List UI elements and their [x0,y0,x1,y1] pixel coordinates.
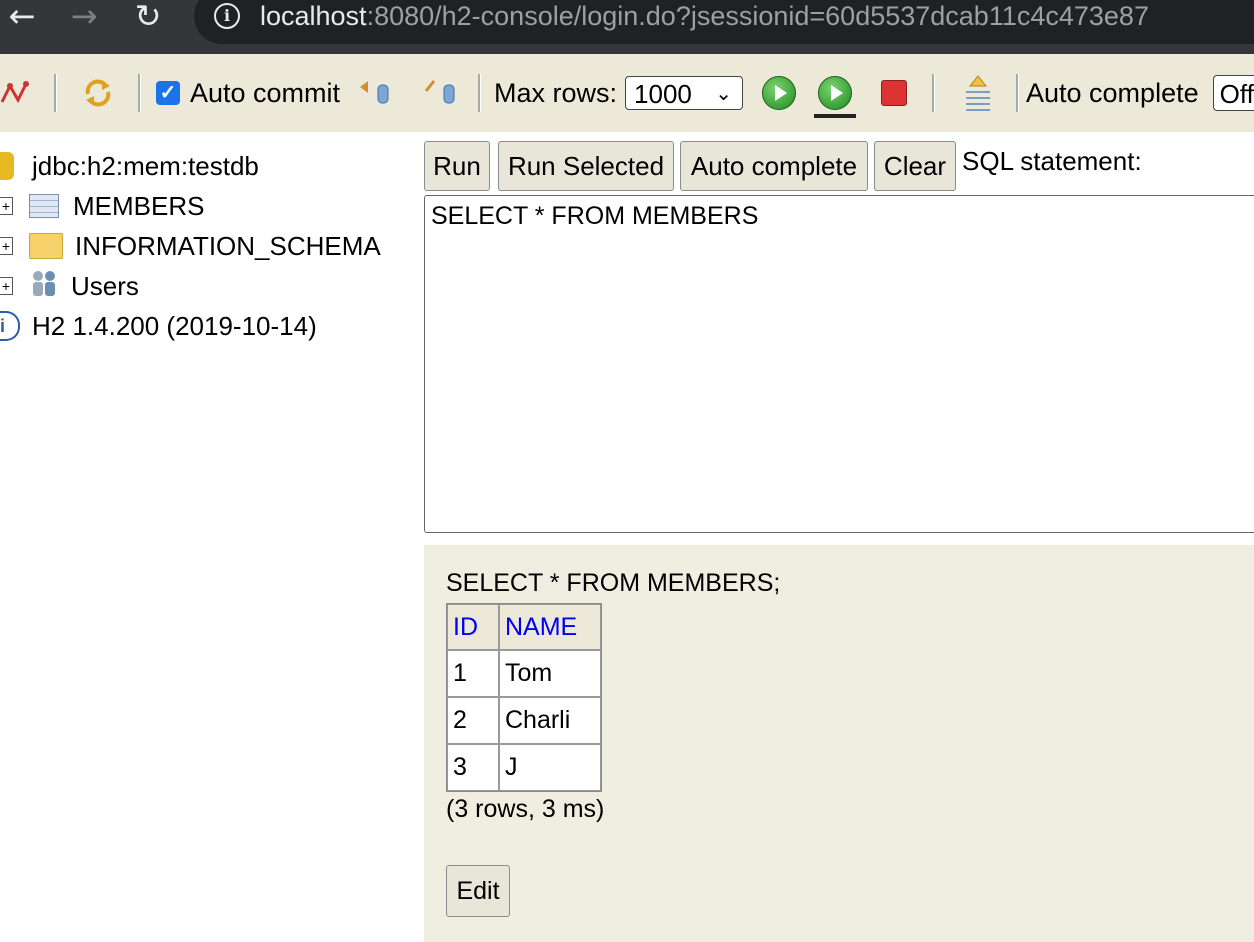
autocommit-label: Auto commit [190,77,341,108]
auto-complete-button[interactable]: Auto complete [680,141,868,191]
connection-label: jdbc:h2:mem:testdb [32,150,259,181]
expand-icon[interactable]: + [0,277,13,295]
table-row: 3 J [447,744,601,791]
users-icon [29,268,59,305]
run-icon[interactable] [762,54,796,132]
column-header-name[interactable]: NAME [499,604,601,650]
run-selected-icon[interactable] [814,54,856,132]
result-stats: (3 rows, 3 ms) [446,795,605,823]
maxrows-select[interactable]: 1000 ⌄ [625,76,744,110]
maxrows-label: Max rows: [494,77,618,108]
edit-button[interactable]: Edit [446,865,510,917]
database-icon [0,152,14,180]
table-row: 1 Tom [447,650,601,697]
table-cell: 2 [447,697,499,744]
maxrows-value: 1000 [634,79,692,109]
table-cell: 3 [447,744,499,791]
table-row: 2 Charli [447,697,601,744]
version-label: H2 1.4.200 (2019-10-14) [32,310,317,341]
url-host: localhost [260,1,367,31]
folder-icon [29,233,63,259]
table-cell: J [499,744,601,791]
table-header-row: ID NAME [447,604,601,650]
sql-editor[interactable]: SELECT * FROM MEMBERS [424,195,1254,533]
tree-connection[interactable]: jdbc:h2:mem:testdb [0,146,259,186]
tree-item-label: MEMBERS [73,190,205,221]
tree-item-information-schema[interactable]: + INFORMATION_SCHEMA [0,226,381,266]
run-selected-button[interactable]: Run Selected [498,141,674,191]
disconnect-icon[interactable] [0,54,30,132]
rollback-icon[interactable] [356,54,392,132]
sql-statement-label: SQL statement: [962,146,1142,176]
table-cell: Tom [499,650,601,697]
result-table: ID NAME 1 Tom 2 Charli 3 J [446,603,602,792]
result-sql: SELECT * FROM MEMBERS; [446,569,781,597]
tree-version: i H2 1.4.200 (2019-10-14) [0,306,317,346]
commit-icon[interactable] [422,54,458,132]
console-toolbar: ✓ Auto commit Max rows: 1000 ⌄ Auto comp… [0,54,1254,132]
column-header-id[interactable]: ID [447,604,499,650]
url-path: :8080/h2-console/login.do?jsessionid=60d… [366,1,1149,31]
table-icon [29,194,59,218]
maxrows-control: Max rows: 1000 ⌄ [494,54,744,132]
toolbar-separator [138,74,141,112]
browser-toolbar: ← → ↻ i localhost:8080/h2-console/login.… [0,0,1254,54]
table-cell: Charli [499,697,601,744]
back-arrow-icon[interactable]: ← [0,0,44,34]
toolbar-separator [932,74,935,112]
autocomplete-select[interactable]: Off [1212,75,1254,111]
autocomplete-control: Auto complete Off [1026,54,1254,132]
history-icon[interactable] [962,54,994,132]
url-text[interactable]: localhost:8080/h2-console/login.do?jsess… [260,0,1149,32]
toolbar-separator [478,74,481,112]
chevron-down-icon: ⌄ [715,83,733,105]
refresh-icon[interactable] [82,54,114,132]
autocommit-checkbox[interactable]: ✓ [156,81,180,105]
table-cell: 1 [447,650,499,697]
clear-button[interactable]: Clear [874,141,956,191]
expand-icon[interactable]: + [0,237,13,255]
run-button[interactable]: Run [424,141,490,191]
toolbar-separator [1016,74,1019,112]
autocomplete-label: Auto complete [1026,77,1199,108]
expand-icon[interactable]: + [0,197,13,215]
results-panel: SELECT * FROM MEMBERS; ID NAME 1 Tom 2 C… [424,545,1254,942]
reload-icon[interactable]: ↻ [126,0,170,34]
tree-item-label: Users [71,270,139,301]
tree-item-users[interactable]: + Users [0,266,139,306]
tree-item-members[interactable]: + MEMBERS [0,186,204,226]
autocommit-control[interactable]: ✓ Auto commit [156,54,340,132]
toolbar-separator [54,74,57,112]
stop-icon[interactable] [881,54,907,132]
tree-item-label: INFORMATION_SCHEMA [75,230,381,261]
info-icon: i [0,311,20,341]
site-info-icon[interactable]: i [214,3,240,29]
autocomplete-value: Off [1219,79,1254,109]
forward-arrow-icon[interactable]: → [62,0,106,34]
